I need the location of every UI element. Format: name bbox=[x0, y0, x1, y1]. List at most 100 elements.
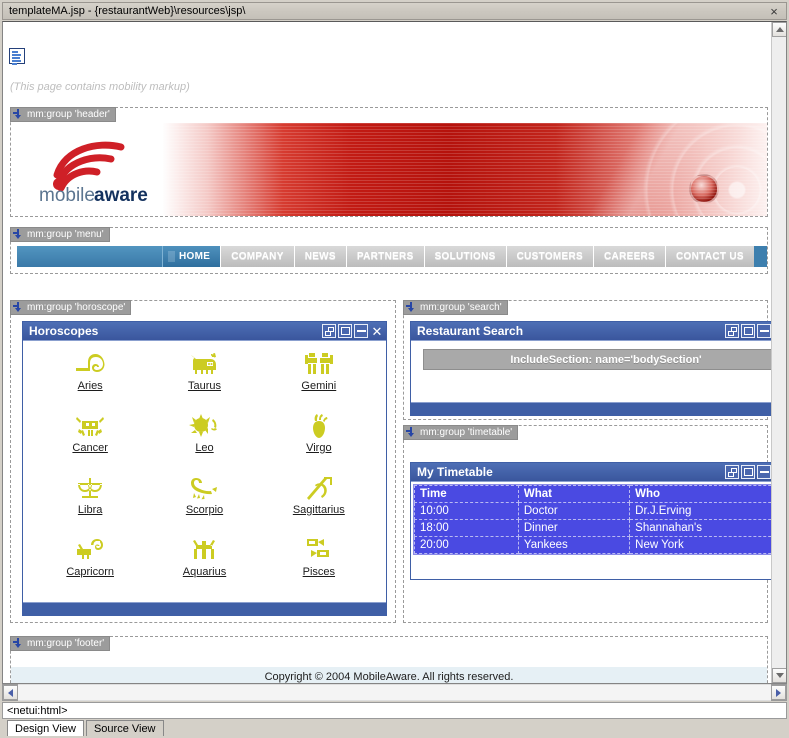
restaurant-search-portlet-title: Restaurant Search bbox=[417, 324, 524, 338]
close-icon[interactable]: × bbox=[767, 4, 781, 18]
nav-item-company[interactable]: COMPANY bbox=[220, 246, 294, 267]
horoscopes-portlet-titlebar: Horoscopes ✕ bbox=[23, 322, 386, 341]
scroll-right-button[interactable] bbox=[771, 685, 786, 700]
zodiac-cell-aries[interactable]: Aries bbox=[33, 349, 147, 411]
zodiac-label: Sagittarius bbox=[292, 504, 345, 516]
mm-group-horoscope[interactable]: mm:group 'horoscope' Horoscopes ✕ Aries … bbox=[10, 300, 396, 623]
mm-group-menu-label: mm:group 'menu' bbox=[27, 229, 104, 240]
site-footer: Copyright © 2004 MobileAware. All rights… bbox=[11, 652, 767, 683]
svg-text:mobile: mobile bbox=[39, 185, 95, 203]
scorpio-icon bbox=[187, 473, 221, 503]
nav-item-solutions[interactable]: SOLUTIONS bbox=[423, 246, 506, 267]
zodiac-cell-libra[interactable]: Libra bbox=[33, 473, 147, 535]
minimize-button[interactable] bbox=[757, 324, 771, 338]
zodiac-label: Capricorn bbox=[66, 566, 114, 578]
mm-group-horoscope-tag[interactable]: mm:group 'horoscope' bbox=[10, 300, 132, 315]
mm-group-search-tag[interactable]: mm:group 'search' bbox=[403, 300, 508, 315]
leo-icon bbox=[187, 411, 221, 441]
restore-button[interactable] bbox=[322, 324, 336, 338]
zodiac-cell-gemini[interactable]: Gemini bbox=[262, 349, 376, 411]
zodiac-cell-scorpio[interactable]: Scorpio bbox=[147, 473, 261, 535]
mm-group-timetable[interactable]: mm:group 'timetable' My Timetable ✕ bbox=[403, 425, 773, 623]
close-button[interactable]: ✕ bbox=[370, 324, 384, 338]
horoscopes-portlet: Horoscopes ✕ Aries Taurus Gemini Cancer … bbox=[22, 321, 387, 616]
zodiac-label: Scorpio bbox=[185, 504, 224, 516]
horizontal-scrollbar[interactable] bbox=[2, 684, 787, 701]
mm-group-header-tag[interactable]: mm:group 'header' bbox=[10, 107, 116, 122]
mm-group-menu-tag[interactable]: mm:group 'menu' bbox=[10, 227, 110, 242]
pisces-icon bbox=[302, 535, 336, 565]
maximize-button[interactable] bbox=[741, 465, 755, 479]
mobility-markup-note: (This page contains mobility markup) bbox=[10, 81, 190, 93]
gemini-icon bbox=[302, 349, 336, 379]
my-timetable-portlet-titlebar: My Timetable ✕ bbox=[411, 463, 773, 482]
table-header-row: Time What Who bbox=[414, 485, 773, 503]
nav-item-contact-us[interactable]: CONTACT US bbox=[665, 246, 754, 267]
chevron-up-icon bbox=[775, 27, 784, 32]
mm-group-timetable-tag[interactable]: mm:group 'timetable' bbox=[403, 425, 519, 440]
nav-item-customers[interactable]: CUSTOMERS bbox=[505, 246, 594, 267]
mm-group-menu[interactable]: mm:group 'menu' HOME COMPANY NEWS PARTNE… bbox=[10, 227, 768, 274]
libra-icon bbox=[73, 473, 107, 503]
restore-button[interactable] bbox=[725, 324, 739, 338]
group-arrow-icon bbox=[13, 638, 24, 649]
zodiac-cell-leo[interactable]: Leo bbox=[147, 411, 261, 473]
chevron-down-icon bbox=[775, 673, 784, 678]
group-arrow-icon bbox=[13, 109, 24, 120]
maximize-button[interactable] bbox=[741, 324, 755, 338]
tab-source-view[interactable]: Source View bbox=[85, 720, 164, 736]
mm-group-timetable-label: mm:group 'timetable' bbox=[420, 427, 513, 438]
zodiac-cell-sagittarius[interactable]: Sagittarius bbox=[262, 473, 376, 535]
chevron-right-icon bbox=[776, 688, 781, 697]
restore-button[interactable] bbox=[725, 465, 739, 479]
mm-group-footer-tag[interactable]: mm:group 'footer' bbox=[10, 636, 111, 651]
page-document-icon bbox=[9, 48, 25, 65]
zodiac-cell-pisces[interactable]: Pisces bbox=[262, 535, 376, 597]
group-arrow-icon bbox=[13, 302, 24, 313]
mm-group-footer[interactable]: mm:group 'footer' Copyright © 2004 Mobil… bbox=[10, 636, 768, 683]
cell-what: Dinner bbox=[517, 519, 631, 537]
cell-what: Doctor bbox=[517, 502, 631, 520]
minimize-button[interactable] bbox=[354, 324, 368, 338]
cell-who: New York bbox=[629, 536, 773, 554]
zodiac-cell-virgo[interactable]: Virgo bbox=[262, 411, 376, 473]
taurus-icon bbox=[187, 349, 221, 379]
minimize-button[interactable] bbox=[757, 465, 771, 479]
nav-item-home[interactable]: HOME bbox=[162, 246, 221, 267]
site-menu-bar: HOME COMPANY NEWS PARTNERS SOLUTIONS CUS… bbox=[17, 246, 767, 267]
vertical-scrollbar[interactable] bbox=[771, 22, 786, 683]
zodiac-cell-taurus[interactable]: Taurus bbox=[147, 349, 261, 411]
chevron-left-icon bbox=[8, 688, 13, 697]
my-timetable-portlet: My Timetable ✕ Time bbox=[410, 462, 773, 580]
nav-item-news[interactable]: NEWS bbox=[293, 246, 346, 267]
nav-label: CAREERS bbox=[604, 251, 656, 262]
zodiac-cell-cancer[interactable]: Cancer bbox=[33, 411, 147, 473]
scroll-left-button[interactable] bbox=[3, 685, 18, 700]
zodiac-label: Cancer bbox=[72, 442, 108, 454]
zodiac-cell-aquarius[interactable]: Aquarius bbox=[147, 535, 261, 597]
column-header-what: What bbox=[517, 485, 631, 503]
tag-path-label[interactable]: <netui:html> bbox=[7, 705, 68, 717]
mm-group-footer-label: mm:group 'footer' bbox=[27, 638, 105, 649]
tab-design-view[interactable]: Design View bbox=[7, 720, 84, 736]
window-title: templateMA.jsp - {restaurantWeb}\resourc… bbox=[9, 5, 246, 17]
nav-item-careers[interactable]: CAREERS bbox=[593, 246, 666, 267]
zodiac-cell-capricorn[interactable]: Capricorn bbox=[33, 535, 147, 597]
restaurant-search-portlet: Restaurant Search ✕ IncludeSection: name… bbox=[410, 321, 773, 416]
include-section-placeholder[interactable]: IncludeSection: name='bodySection' bbox=[423, 349, 773, 370]
scroll-down-button[interactable] bbox=[772, 668, 786, 683]
scroll-up-button[interactable] bbox=[772, 22, 786, 37]
cell-time: 10:00 bbox=[414, 502, 519, 520]
maximize-button[interactable] bbox=[338, 324, 352, 338]
nav-item-partners[interactable]: PARTNERS bbox=[345, 246, 424, 267]
copyright-bar: Copyright © 2004 MobileAware. All rights… bbox=[11, 667, 767, 683]
design-canvas: (This page contains mobility markup) mm:… bbox=[3, 22, 773, 683]
nav-label: CUSTOMERS bbox=[516, 251, 584, 262]
mobileaware-logo: mobile aware bbox=[35, 135, 185, 206]
horizontal-scroll-trough[interactable] bbox=[18, 684, 771, 701]
zodiac-label: Leo bbox=[195, 442, 214, 454]
menu-left-spacer bbox=[17, 246, 162, 267]
mm-group-header[interactable]: mm:group 'header' mobile aware bbox=[10, 107, 768, 217]
nav-label: HOME bbox=[179, 251, 211, 262]
mm-group-search[interactable]: mm:group 'search' Restaurant Search ✕ In… bbox=[403, 300, 773, 420]
